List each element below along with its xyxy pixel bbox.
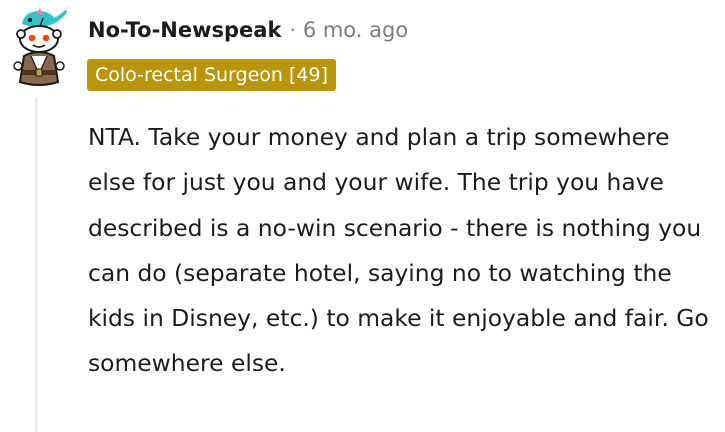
meta-separator: · bbox=[289, 18, 296, 42]
comment-meta: No-To-Newspeak · 6 mo. ago bbox=[88, 14, 408, 46]
user-flair-badge: Colo-rectal Surgeon [49] bbox=[87, 59, 336, 91]
comment-age[interactable]: 6 mo. ago bbox=[303, 18, 408, 42]
thread-collapse-line[interactable] bbox=[35, 98, 38, 432]
username-link[interactable]: No-To-Newspeak bbox=[88, 18, 281, 42]
comment-body: NTA. Take your money and plan a trip som… bbox=[88, 123, 709, 378]
user-avatar-icon[interactable] bbox=[6, 4, 72, 86]
